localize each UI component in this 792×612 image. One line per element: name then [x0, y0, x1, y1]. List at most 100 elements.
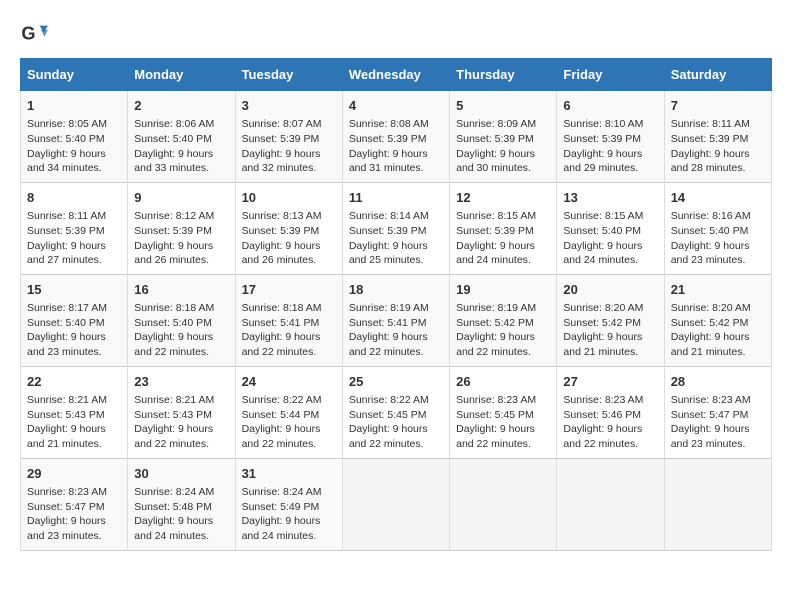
day-number: 25: [349, 373, 443, 391]
cell-info: Sunrise: 8:16 AMSunset: 5:40 PMDaylight:…: [671, 210, 751, 266]
calendar-table: SundayMondayTuesdayWednesdayThursdayFrid…: [20, 58, 772, 551]
calendar-cell: 20 Sunrise: 8:20 AMSunset: 5:42 PMDayligh…: [557, 274, 664, 366]
weekday-header-wednesday: Wednesday: [342, 59, 449, 91]
day-number: 7: [671, 97, 765, 115]
cell-info: Sunrise: 8:24 AMSunset: 5:48 PMDaylight:…: [134, 486, 214, 542]
cell-info: Sunrise: 8:08 AMSunset: 5:39 PMDaylight:…: [349, 118, 429, 174]
calendar-cell: 30 Sunrise: 8:24 AMSunset: 5:48 PMDayligh…: [128, 458, 235, 550]
calendar-cell: 26 Sunrise: 8:23 AMSunset: 5:45 PMDayligh…: [450, 366, 557, 458]
calendar-cell: 8 Sunrise: 8:11 AMSunset: 5:39 PMDaylight…: [21, 182, 128, 274]
day-number: 16: [134, 281, 228, 299]
cell-info: Sunrise: 8:23 AMSunset: 5:47 PMDaylight:…: [27, 486, 107, 542]
calendar-cell: 22 Sunrise: 8:21 AMSunset: 5:43 PMDayligh…: [21, 366, 128, 458]
cell-info: Sunrise: 8:21 AMSunset: 5:43 PMDaylight:…: [134, 394, 214, 450]
calendar-cell: 15 Sunrise: 8:17 AMSunset: 5:40 PMDayligh…: [21, 274, 128, 366]
calendar-cell: 27Sunrise: 8:23 AMSunset: 5:46 PMDayligh…: [557, 366, 664, 458]
cell-info: Sunrise: 8:23 AMSunset: 5:47 PMDaylight:…: [671, 394, 751, 450]
day-number: 14: [671, 189, 765, 207]
day-number: 24: [242, 373, 336, 391]
calendar-cell: 12Sunrise: 8:15 AMSunset: 5:39 PMDayligh…: [450, 182, 557, 274]
calendar-cell: 4 Sunrise: 8:08 AMSunset: 5:39 PMDaylight…: [342, 91, 449, 183]
calendar-cell: 24 Sunrise: 8:22 AMSunset: 5:44 PMDayligh…: [235, 366, 342, 458]
calendar-cell: 9 Sunrise: 8:12 AMSunset: 5:39 PMDaylight…: [128, 182, 235, 274]
calendar-cell: 18 Sunrise: 8:19 AMSunset: 5:41 PMDayligh…: [342, 274, 449, 366]
cell-info: Sunrise: 8:24 AMSunset: 5:49 PMDaylight:…: [242, 486, 322, 542]
day-number: 13: [563, 189, 657, 207]
cell-info: Sunrise: 8:20 AMSunset: 5:42 PMDaylight:…: [671, 302, 751, 358]
cell-info: Sunrise: 8:09 AMSunset: 5:39 PMDaylight:…: [456, 118, 536, 174]
weekday-header-saturday: Saturday: [664, 59, 771, 91]
cell-info: Sunrise: 8:05 AMSunset: 5:40 PMDaylight:…: [27, 118, 107, 174]
cell-info: Sunrise: 8:14 AMSunset: 5:39 PMDaylight:…: [349, 210, 429, 266]
day-number: 1: [27, 97, 121, 115]
calendar-header: SundayMondayTuesdayWednesdayThursdayFrid…: [21, 59, 772, 91]
cell-info: Sunrise: 8:19 AMSunset: 5:41 PMDaylight:…: [349, 302, 429, 358]
weekday-header-sunday: Sunday: [21, 59, 128, 91]
cell-info: Sunrise: 8:10 AMSunset: 5:39 PMDaylight:…: [563, 118, 643, 174]
cell-info: Sunrise: 8:21 AMSunset: 5:43 PMDaylight:…: [27, 394, 107, 450]
day-number: 21: [671, 281, 765, 299]
day-number: 11: [349, 189, 443, 207]
weekday-header-tuesday: Tuesday: [235, 59, 342, 91]
calendar-cell: 2Sunrise: 8:06 AMSunset: 5:40 PMDaylight…: [128, 91, 235, 183]
logo: G: [20, 20, 52, 48]
cell-info: Sunrise: 8:22 AMSunset: 5:45 PMDaylight:…: [349, 394, 429, 450]
cell-info: Sunrise: 8:17 AMSunset: 5:40 PMDaylight:…: [27, 302, 107, 358]
cell-info: Sunrise: 8:15 AMSunset: 5:39 PMDaylight:…: [456, 210, 536, 266]
day-number: 18: [349, 281, 443, 299]
day-number: 27: [563, 373, 657, 391]
cell-info: Sunrise: 8:22 AMSunset: 5:44 PMDaylight:…: [242, 394, 322, 450]
day-number: 28: [671, 373, 765, 391]
day-number: 17: [242, 281, 336, 299]
calendar-cell: 19 Sunrise: 8:19 AMSunset: 5:42 PMDayligh…: [450, 274, 557, 366]
day-number: 15: [27, 281, 121, 299]
day-number: 26: [456, 373, 550, 391]
calendar-cell: [342, 458, 449, 550]
header: G: [20, 20, 772, 48]
cell-info: Sunrise: 8:11 AMSunset: 5:39 PMDaylight:…: [27, 210, 106, 266]
calendar-cell: 29 Sunrise: 8:23 AMSunset: 5:47 PMDayligh…: [21, 458, 128, 550]
day-number: 30: [134, 465, 228, 483]
day-number: 5: [456, 97, 550, 115]
day-number: 22: [27, 373, 121, 391]
day-number: 4: [349, 97, 443, 115]
day-number: 10: [242, 189, 336, 207]
calendar-cell: 28 Sunrise: 8:23 AMSunset: 5:47 PMDayligh…: [664, 366, 771, 458]
calendar-cell: 6Sunrise: 8:10 AMSunset: 5:39 PMDaylight…: [557, 91, 664, 183]
cell-info: Sunrise: 8:12 AMSunset: 5:39 PMDaylight:…: [134, 210, 214, 266]
calendar-cell: [557, 458, 664, 550]
cell-info: Sunrise: 8:19 AMSunset: 5:42 PMDaylight:…: [456, 302, 536, 358]
calendar-cell: 16 Sunrise: 8:18 AMSunset: 5:40 PMDayligh…: [128, 274, 235, 366]
cell-info: Sunrise: 8:23 AMSunset: 5:45 PMDaylight:…: [456, 394, 536, 450]
calendar-cell: 25 Sunrise: 8:22 AMSunset: 5:45 PMDayligh…: [342, 366, 449, 458]
calendar-cell: [664, 458, 771, 550]
day-number: 8: [27, 189, 121, 207]
calendar-cell: 11 Sunrise: 8:14 AMSunset: 5:39 PMDayligh…: [342, 182, 449, 274]
cell-info: Sunrise: 8:20 AMSunset: 5:42 PMDaylight:…: [563, 302, 643, 358]
calendar-cell: 17 Sunrise: 8:18 AMSunset: 5:41 PMDayligh…: [235, 274, 342, 366]
cell-info: Sunrise: 8:13 AMSunset: 5:39 PMDaylight:…: [242, 210, 322, 266]
day-number: 29: [27, 465, 121, 483]
svg-text:G: G: [21, 24, 35, 44]
cell-info: Sunrise: 8:11 AMSunset: 5:39 PMDaylight:…: [671, 118, 750, 174]
cell-info: Sunrise: 8:07 AMSunset: 5:39 PMDaylight:…: [242, 118, 322, 174]
calendar-cell: 10 Sunrise: 8:13 AMSunset: 5:39 PMDayligh…: [235, 182, 342, 274]
calendar-cell: 14 Sunrise: 8:16 AMSunset: 5:40 PMDayligh…: [664, 182, 771, 274]
cell-info: Sunrise: 8:18 AMSunset: 5:41 PMDaylight:…: [242, 302, 322, 358]
day-number: 19: [456, 281, 550, 299]
calendar-cell: 21 Sunrise: 8:20 AMSunset: 5:42 PMDayligh…: [664, 274, 771, 366]
day-number: 20: [563, 281, 657, 299]
logo-icon: G: [20, 20, 48, 48]
weekday-header-monday: Monday: [128, 59, 235, 91]
weekday-header-thursday: Thursday: [450, 59, 557, 91]
weekday-header-friday: Friday: [557, 59, 664, 91]
cell-info: Sunrise: 8:06 AMSunset: 5:40 PMDaylight:…: [134, 118, 214, 174]
day-number: 31: [242, 465, 336, 483]
calendar-cell: 23 Sunrise: 8:21 AMSunset: 5:43 PMDayligh…: [128, 366, 235, 458]
calendar-cell: 3 Sunrise: 8:07 AMSunset: 5:39 PMDaylight…: [235, 91, 342, 183]
calendar-cell: [450, 458, 557, 550]
cell-info: Sunrise: 8:18 AMSunset: 5:40 PMDaylight:…: [134, 302, 214, 358]
day-number: 3: [242, 97, 336, 115]
day-number: 23: [134, 373, 228, 391]
day-number: 9: [134, 189, 228, 207]
